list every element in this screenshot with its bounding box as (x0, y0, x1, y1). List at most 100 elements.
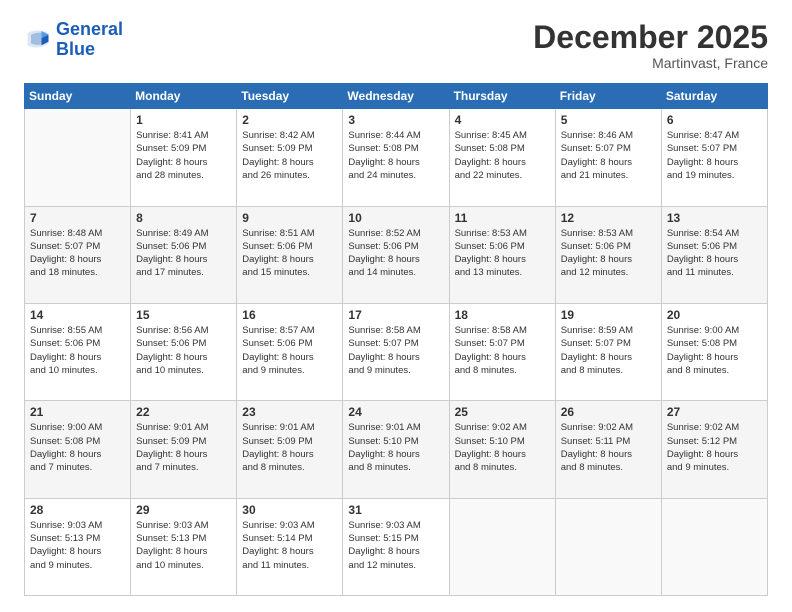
day-info: Sunrise: 8:42 AM Sunset: 5:09 PM Dayligh… (242, 129, 337, 182)
day-number: 11 (455, 211, 550, 225)
table-row: 13 Sunrise: 8:54 AM Sunset: 5:06 PM Dayli… (661, 206, 767, 303)
day-number: 16 (242, 308, 337, 322)
day-info: Sunrise: 8:49 AM Sunset: 5:06 PM Dayligh… (136, 227, 231, 280)
table-row: 1Sunrise: 8:41 AM Sunset: 5:09 PM Daylig… (131, 109, 237, 206)
day-number: 30 (242, 503, 337, 517)
day-info: Sunrise: 9:03 AM Sunset: 5:15 PM Dayligh… (348, 519, 443, 572)
table-row: 7 Sunrise: 8:48 AM Sunset: 5:07 PM Daylig… (25, 206, 131, 303)
day-info: Sunrise: 9:03 AM Sunset: 5:13 PM Dayligh… (136, 519, 231, 572)
col-tuesday: Tuesday (237, 84, 343, 109)
day-info: Sunrise: 8:44 AM Sunset: 5:08 PM Dayligh… (348, 129, 443, 182)
table-row: 21Sunrise: 9:00 AM Sunset: 5:08 PM Dayli… (25, 401, 131, 498)
table-row: 25Sunrise: 9:02 AM Sunset: 5:10 PM Dayli… (449, 401, 555, 498)
table-row: 8 Sunrise: 8:49 AM Sunset: 5:06 PM Daylig… (131, 206, 237, 303)
table-row (555, 498, 661, 595)
table-row: 28 Sunrise: 9:03 AM Sunset: 5:13 PM Dayli… (25, 498, 131, 595)
table-row: 5Sunrise: 8:46 AM Sunset: 5:07 PM Daylig… (555, 109, 661, 206)
day-number: 5 (561, 113, 656, 127)
day-info: Sunrise: 8:58 AM Sunset: 5:07 PM Dayligh… (348, 324, 443, 377)
table-row: 31 Sunrise: 9:03 AM Sunset: 5:15 PM Dayli… (343, 498, 449, 595)
calendar-week-row: 28 Sunrise: 9:03 AM Sunset: 5:13 PM Dayli… (25, 498, 768, 595)
table-row: 12Sunrise: 8:53 AM Sunset: 5:06 PM Dayli… (555, 206, 661, 303)
table-row: 11 Sunrise: 8:53 AM Sunset: 5:06 PM Dayli… (449, 206, 555, 303)
table-row: 22 Sunrise: 9:01 AM Sunset: 5:09 PM Dayli… (131, 401, 237, 498)
day-info: Sunrise: 8:48 AM Sunset: 5:07 PM Dayligh… (30, 227, 125, 280)
table-row: 26 Sunrise: 9:02 AM Sunset: 5:11 PM Dayli… (555, 401, 661, 498)
day-info: Sunrise: 8:55 AM Sunset: 5:06 PM Dayligh… (30, 324, 125, 377)
day-info: Sunrise: 9:00 AM Sunset: 5:08 PM Dayligh… (30, 421, 125, 474)
day-info: Sunrise: 8:47 AM Sunset: 5:07 PM Dayligh… (667, 129, 762, 182)
col-monday: Monday (131, 84, 237, 109)
table-row: 17Sunrise: 8:58 AM Sunset: 5:07 PM Dayli… (343, 303, 449, 400)
table-row: 27 Sunrise: 9:02 AM Sunset: 5:12 PM Dayli… (661, 401, 767, 498)
header: General Blue December 2025 Martinvast, F… (24, 20, 768, 71)
day-number: 27 (667, 405, 762, 419)
day-number: 13 (667, 211, 762, 225)
day-number: 12 (561, 211, 656, 225)
table-row: 4Sunrise: 8:45 AM Sunset: 5:08 PM Daylig… (449, 109, 555, 206)
day-number: 1 (136, 113, 231, 127)
logo: General Blue (24, 20, 123, 60)
table-row: 24 Sunrise: 9:01 AM Sunset: 5:10 PM Dayli… (343, 401, 449, 498)
col-thursday: Thursday (449, 84, 555, 109)
calendar-week-row: 7 Sunrise: 8:48 AM Sunset: 5:07 PM Daylig… (25, 206, 768, 303)
day-number: 26 (561, 405, 656, 419)
day-number: 19 (561, 308, 656, 322)
day-info: Sunrise: 9:02 AM Sunset: 5:11 PM Dayligh… (561, 421, 656, 474)
day-number: 31 (348, 503, 443, 517)
table-row (449, 498, 555, 595)
day-number: 8 (136, 211, 231, 225)
day-number: 14 (30, 308, 125, 322)
day-info: Sunrise: 8:53 AM Sunset: 5:06 PM Dayligh… (455, 227, 550, 280)
day-info: Sunrise: 9:03 AM Sunset: 5:13 PM Dayligh… (30, 519, 125, 572)
day-info: Sunrise: 8:54 AM Sunset: 5:06 PM Dayligh… (667, 227, 762, 280)
table-row: 20 Sunrise: 9:00 AM Sunset: 5:08 PM Dayli… (661, 303, 767, 400)
calendar-table: Sunday Monday Tuesday Wednesday Thursday… (24, 83, 768, 596)
day-number: 10 (348, 211, 443, 225)
table-row: 15Sunrise: 8:56 AM Sunset: 5:06 PM Dayli… (131, 303, 237, 400)
table-row (25, 109, 131, 206)
day-info: Sunrise: 9:01 AM Sunset: 5:09 PM Dayligh… (242, 421, 337, 474)
day-number: 25 (455, 405, 550, 419)
table-row: 9 Sunrise: 8:51 AM Sunset: 5:06 PM Daylig… (237, 206, 343, 303)
month-title: December 2025 (533, 20, 768, 55)
page: General Blue December 2025 Martinvast, F… (0, 0, 792, 612)
day-info: Sunrise: 8:51 AM Sunset: 5:06 PM Dayligh… (242, 227, 337, 280)
day-number: 24 (348, 405, 443, 419)
day-info: Sunrise: 9:01 AM Sunset: 5:09 PM Dayligh… (136, 421, 231, 474)
table-row: 18Sunrise: 8:58 AM Sunset: 5:07 PM Dayli… (449, 303, 555, 400)
day-number: 22 (136, 405, 231, 419)
logo-icon (24, 26, 52, 54)
day-number: 23 (242, 405, 337, 419)
table-row: 14 Sunrise: 8:55 AM Sunset: 5:06 PM Dayli… (25, 303, 131, 400)
title-block: December 2025 Martinvast, France (533, 20, 768, 71)
day-info: Sunrise: 8:45 AM Sunset: 5:08 PM Dayligh… (455, 129, 550, 182)
day-number: 9 (242, 211, 337, 225)
col-wednesday: Wednesday (343, 84, 449, 109)
table-row: 30Sunrise: 9:03 AM Sunset: 5:14 PM Dayli… (237, 498, 343, 595)
day-info: Sunrise: 8:59 AM Sunset: 5:07 PM Dayligh… (561, 324, 656, 377)
day-number: 29 (136, 503, 231, 517)
day-info: Sunrise: 9:01 AM Sunset: 5:10 PM Dayligh… (348, 421, 443, 474)
col-sunday: Sunday (25, 84, 131, 109)
day-number: 3 (348, 113, 443, 127)
table-row: 16Sunrise: 8:57 AM Sunset: 5:06 PM Dayli… (237, 303, 343, 400)
day-number: 7 (30, 211, 125, 225)
day-info: Sunrise: 9:02 AM Sunset: 5:12 PM Dayligh… (667, 421, 762, 474)
calendar-week-row: 14 Sunrise: 8:55 AM Sunset: 5:06 PM Dayli… (25, 303, 768, 400)
logo-text: General Blue (56, 20, 123, 60)
day-info: Sunrise: 8:52 AM Sunset: 5:06 PM Dayligh… (348, 227, 443, 280)
day-info: Sunrise: 8:56 AM Sunset: 5:06 PM Dayligh… (136, 324, 231, 377)
table-row: 19 Sunrise: 8:59 AM Sunset: 5:07 PM Dayli… (555, 303, 661, 400)
calendar-week-row: 21Sunrise: 9:00 AM Sunset: 5:08 PM Dayli… (25, 401, 768, 498)
table-row: 6 Sunrise: 8:47 AM Sunset: 5:07 PM Daylig… (661, 109, 767, 206)
calendar-week-row: 1Sunrise: 8:41 AM Sunset: 5:09 PM Daylig… (25, 109, 768, 206)
logo-blue: Blue (56, 39, 95, 59)
day-number: 28 (30, 503, 125, 517)
table-row (661, 498, 767, 595)
day-number: 2 (242, 113, 337, 127)
table-row: 23 Sunrise: 9:01 AM Sunset: 5:09 PM Dayli… (237, 401, 343, 498)
day-number: 20 (667, 308, 762, 322)
day-info: Sunrise: 9:00 AM Sunset: 5:08 PM Dayligh… (667, 324, 762, 377)
day-number: 6 (667, 113, 762, 127)
